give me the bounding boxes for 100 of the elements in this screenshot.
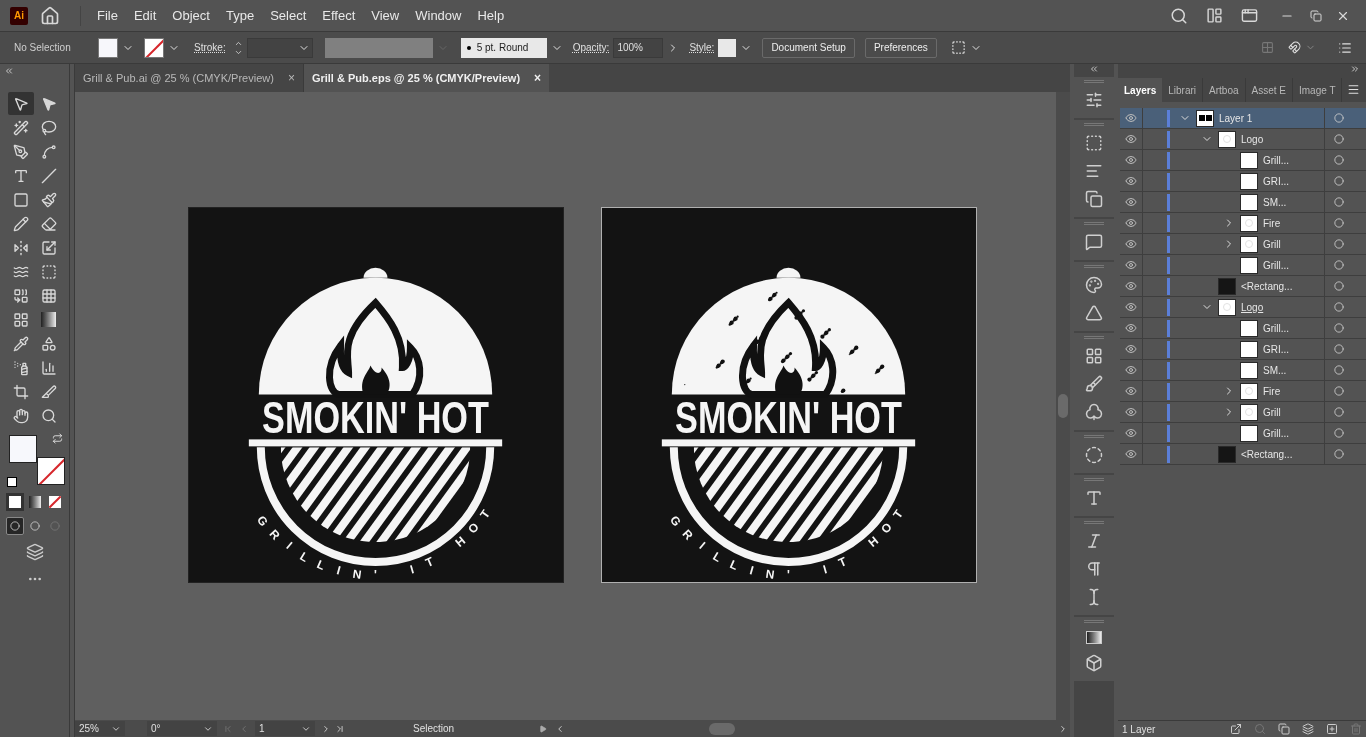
layer-row[interactable]: Grill xyxy=(1120,234,1366,255)
brush-icon[interactable] xyxy=(1085,375,1103,393)
menu-item[interactable]: Effect xyxy=(314,5,364,26)
eye-icon[interactable] xyxy=(1125,238,1137,250)
home-icon[interactable] xyxy=(40,5,60,26)
target-circle-icon[interactable] xyxy=(1333,428,1344,438)
target-circle-icon[interactable] xyxy=(1333,218,1344,228)
scrollbar-thumb[interactable] xyxy=(708,722,735,735)
comment-icon[interactable] xyxy=(1085,233,1103,251)
eye-icon[interactable] xyxy=(1125,448,1137,460)
target-circle-icon[interactable] xyxy=(1333,344,1344,354)
layer-row[interactable]: GRI... xyxy=(1120,339,1366,360)
next-artboard-icon[interactable] xyxy=(321,723,331,734)
layer-row[interactable]: GRI... xyxy=(1120,171,1366,192)
eye-icon[interactable] xyxy=(1125,364,1137,376)
pilcrow-icon[interactable] xyxy=(1085,560,1103,578)
screen-mode-icon[interactable] xyxy=(25,543,44,561)
layer-row[interactable]: <Rectang... xyxy=(1120,276,1366,297)
eye-icon[interactable] xyxy=(1125,343,1137,355)
expand-dock-icon[interactable] xyxy=(1089,64,1099,74)
layer-row[interactable]: Logo xyxy=(1120,297,1366,318)
color-guide-icon[interactable] xyxy=(1085,304,1103,322)
eye-icon[interactable] xyxy=(1125,406,1137,418)
target-circle-icon[interactable] xyxy=(1333,239,1344,249)
document-tab[interactable]: Grill & Pub.eps @ 25 % (CMYK/Preview) × xyxy=(303,64,550,92)
play-icon[interactable] xyxy=(539,724,547,733)
club-icon[interactable] xyxy=(1085,403,1103,421)
transform-icon[interactable] xyxy=(1085,134,1103,152)
new-sublayer-icon[interactable] xyxy=(1302,723,1314,735)
sliders-icon[interactable] xyxy=(1085,91,1103,109)
select-similar-icon[interactable] xyxy=(950,40,966,55)
tab-close[interactable]: × xyxy=(287,69,295,87)
layer-row[interactable]: Layer 1 xyxy=(1120,108,1366,129)
target-circle-icon[interactable] xyxy=(1333,260,1344,270)
grid-icon[interactable] xyxy=(1261,41,1274,54)
pathfinder-icon[interactable] xyxy=(1085,190,1103,208)
eye-icon[interactable] xyxy=(1125,427,1137,439)
artboard-field[interactable]: 1 xyxy=(255,721,315,736)
gradient-icon[interactable] xyxy=(1086,631,1102,644)
eye-icon[interactable] xyxy=(1125,112,1137,124)
target-circle-icon[interactable] xyxy=(1333,176,1344,186)
eye-icon[interactable] xyxy=(1125,385,1137,397)
stroke-swatch[interactable] xyxy=(144,37,164,58)
collapse-icon[interactable] xyxy=(4,66,14,76)
restore-icon[interactable] xyxy=(1310,9,1322,22)
menu-item[interactable]: Window xyxy=(407,5,470,26)
tool-button[interactable] xyxy=(7,92,34,115)
target-circle-icon[interactable] xyxy=(1333,134,1344,144)
panel-tab[interactable]: Layers xyxy=(1118,78,1163,102)
layer-row[interactable]: Grill xyxy=(1120,402,1366,423)
layer-row[interactable]: Grill... xyxy=(1120,318,1366,339)
target-circle-icon[interactable] xyxy=(1333,407,1344,417)
target-circle-icon[interactable] xyxy=(1333,281,1344,291)
list-menu-icon[interactable] xyxy=(1338,40,1352,55)
export-icon[interactable] xyxy=(1230,723,1242,735)
style-swatch[interactable] xyxy=(718,38,737,57)
brush-field[interactable]: 5 pt. Round xyxy=(460,37,547,58)
clipping-mask-icon[interactable] xyxy=(1278,723,1290,735)
eye-icon[interactable] xyxy=(1125,133,1137,145)
layer-row[interactable]: Grill... xyxy=(1120,423,1366,444)
menu-item[interactable]: Select xyxy=(262,5,315,26)
variable-width-field[interactable] xyxy=(324,37,433,58)
target-circle-icon[interactable] xyxy=(1333,323,1344,333)
zoom-field[interactable]: 25% xyxy=(75,721,125,736)
draw-mode-icon[interactable] xyxy=(5,517,24,535)
vertical-scrollbar[interactable] xyxy=(1056,92,1070,720)
workspace-icon[interactable] xyxy=(1206,7,1223,24)
layer-row[interactable]: Fire xyxy=(1120,381,1366,402)
dashed-circle-icon[interactable] xyxy=(1085,446,1103,464)
menu-item[interactable]: Edit xyxy=(125,5,165,26)
fill-swatch[interactable] xyxy=(98,37,118,58)
eye-icon[interactable] xyxy=(1125,154,1137,166)
stroke-swatch[interactable] xyxy=(36,457,65,485)
palette-icon[interactable] xyxy=(1085,276,1103,294)
status-tool[interactable]: Selection xyxy=(413,721,513,736)
layer-row[interactable]: SM... xyxy=(1120,192,1366,213)
target-circle-icon[interactable] xyxy=(1333,386,1344,396)
eye-icon[interactable] xyxy=(1125,196,1137,208)
target-circle-icon[interactable] xyxy=(1333,113,1344,123)
eye-icon[interactable] xyxy=(1125,217,1137,229)
eye-icon[interactable] xyxy=(1125,322,1137,334)
window-icon[interactable] xyxy=(1241,7,1258,24)
align-icon[interactable] xyxy=(1085,162,1103,180)
opacity-field[interactable]: 100% xyxy=(613,37,664,58)
swatches-icon[interactable] xyxy=(1085,347,1103,365)
layer-row[interactable]: Grill... xyxy=(1120,150,1366,171)
character-style-icon[interactable] xyxy=(1085,489,1103,507)
cube-icon[interactable] xyxy=(1085,654,1103,672)
default-colors-icon[interactable] xyxy=(6,477,17,487)
layer-row[interactable]: Fire xyxy=(1120,213,1366,234)
rotation-field[interactable]: 0° xyxy=(147,721,217,736)
layer-row[interactable]: Grill... xyxy=(1120,255,1366,276)
search-icon[interactable] xyxy=(1170,6,1188,25)
opentype-icon[interactable] xyxy=(1085,532,1103,550)
eye-icon[interactable] xyxy=(1125,301,1137,313)
collapse-icon[interactable] xyxy=(1350,64,1360,74)
toolbar-button[interactable]: Preferences xyxy=(864,37,937,58)
stroke-weight-field[interactable] xyxy=(246,37,313,58)
target-circle-icon[interactable] xyxy=(1333,449,1344,459)
scroll-right-icon[interactable] xyxy=(1058,723,1068,734)
